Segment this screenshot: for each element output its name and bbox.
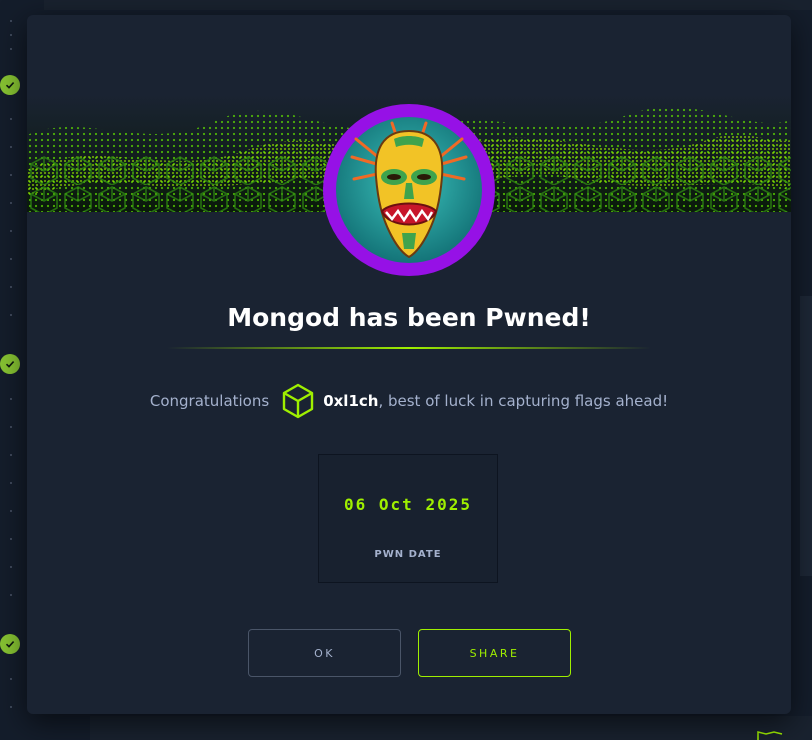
rail-dot bbox=[10, 510, 12, 512]
rail-dot bbox=[10, 20, 12, 22]
congrats-suffix: , best of luck in capturing flags ahead! bbox=[378, 392, 669, 410]
rail-dot bbox=[10, 34, 12, 36]
rail-dot bbox=[10, 538, 12, 540]
cube-icon bbox=[281, 383, 315, 419]
rail-dot bbox=[10, 230, 12, 232]
check-icon bbox=[0, 75, 20, 95]
machine-avatar-ring bbox=[323, 104, 495, 276]
username-link[interactable]: 0xl1ch bbox=[323, 392, 378, 410]
share-button[interactable]: SHARE bbox=[418, 629, 571, 677]
pwn-date-card: 06 Oct 2025 PWN DATE bbox=[318, 454, 498, 583]
modal-title: Mongod has been Pwned! bbox=[227, 303, 591, 332]
rail-dot bbox=[10, 258, 12, 260]
congrats-message: Congratulations 0xl1ch , best of luck in… bbox=[27, 383, 791, 419]
background-progress-rail bbox=[0, 0, 20, 740]
check-icon bbox=[0, 634, 20, 654]
rail-dot bbox=[10, 146, 12, 148]
rail-dot bbox=[10, 174, 12, 176]
pwn-date-value: 06 Oct 2025 bbox=[344, 495, 472, 514]
rail-dot bbox=[10, 566, 12, 568]
rail-dot bbox=[10, 398, 12, 400]
tiki-mask-avatar bbox=[336, 117, 482, 263]
background-panel bbox=[800, 296, 812, 576]
ok-button[interactable]: OK bbox=[248, 629, 401, 677]
rail-dot bbox=[10, 426, 12, 428]
title-divider bbox=[167, 347, 651, 349]
rail-dot bbox=[10, 314, 12, 316]
background-panel bbox=[44, 0, 812, 10]
check-icon bbox=[0, 354, 20, 374]
congrats-prefix: Congratulations bbox=[149, 392, 270, 410]
rail-dot bbox=[10, 454, 12, 456]
flag-icon bbox=[757, 731, 783, 740]
rail-dot bbox=[10, 48, 12, 50]
background-panel bbox=[90, 716, 812, 740]
rail-dot bbox=[10, 118, 12, 120]
rail-dot bbox=[10, 594, 12, 596]
rail-dot bbox=[10, 706, 12, 708]
rail-dot bbox=[10, 286, 12, 288]
pwned-modal: Mongod has been Pwned! Congratulations 0… bbox=[27, 15, 791, 714]
rail-dot bbox=[10, 202, 12, 204]
rail-dot bbox=[10, 678, 12, 680]
pwn-date-label: PWN DATE bbox=[374, 549, 442, 560]
rail-dot bbox=[10, 482, 12, 484]
